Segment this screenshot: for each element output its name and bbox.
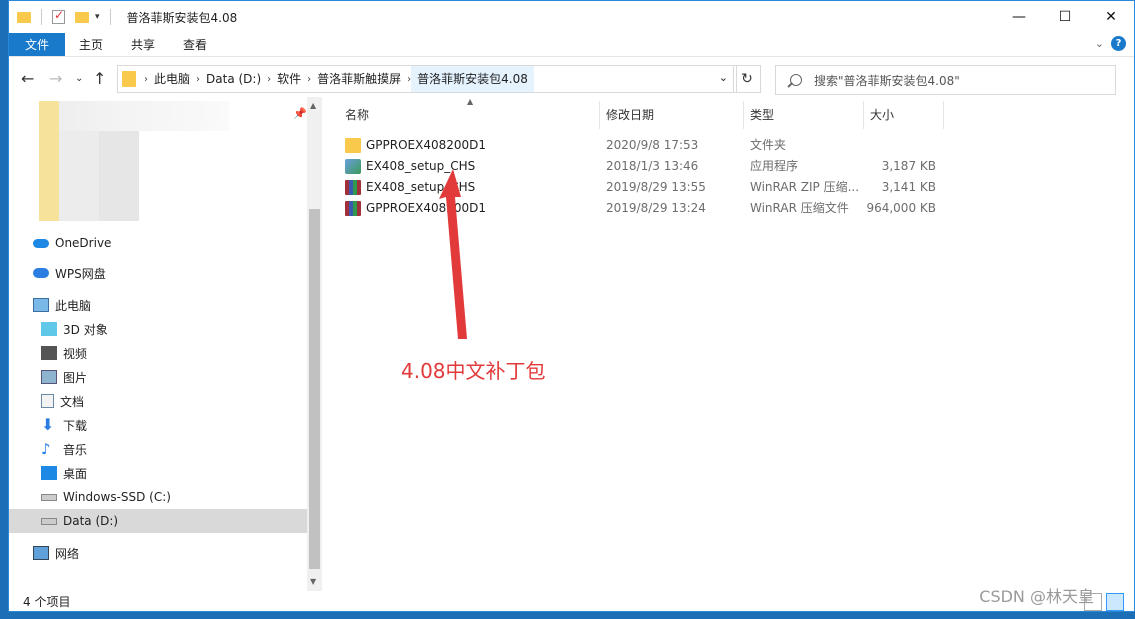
item-count: 4 个项目 xyxy=(23,595,71,609)
watermark: CSDN @林天皇 xyxy=(979,587,1094,606)
explorer-window: ▾ 普洛菲斯安装包4.08 — ☐ ✕ 文件 主页 共享 查看 ⌄ ? ← → … xyxy=(8,0,1135,612)
annotation-arrow xyxy=(439,169,467,339)
status-bar: 4 个项目 xyxy=(9,591,1134,613)
annotation-label: 4.08中文补丁包 xyxy=(401,359,546,383)
large-icons-view-icon[interactable] xyxy=(1106,593,1124,611)
